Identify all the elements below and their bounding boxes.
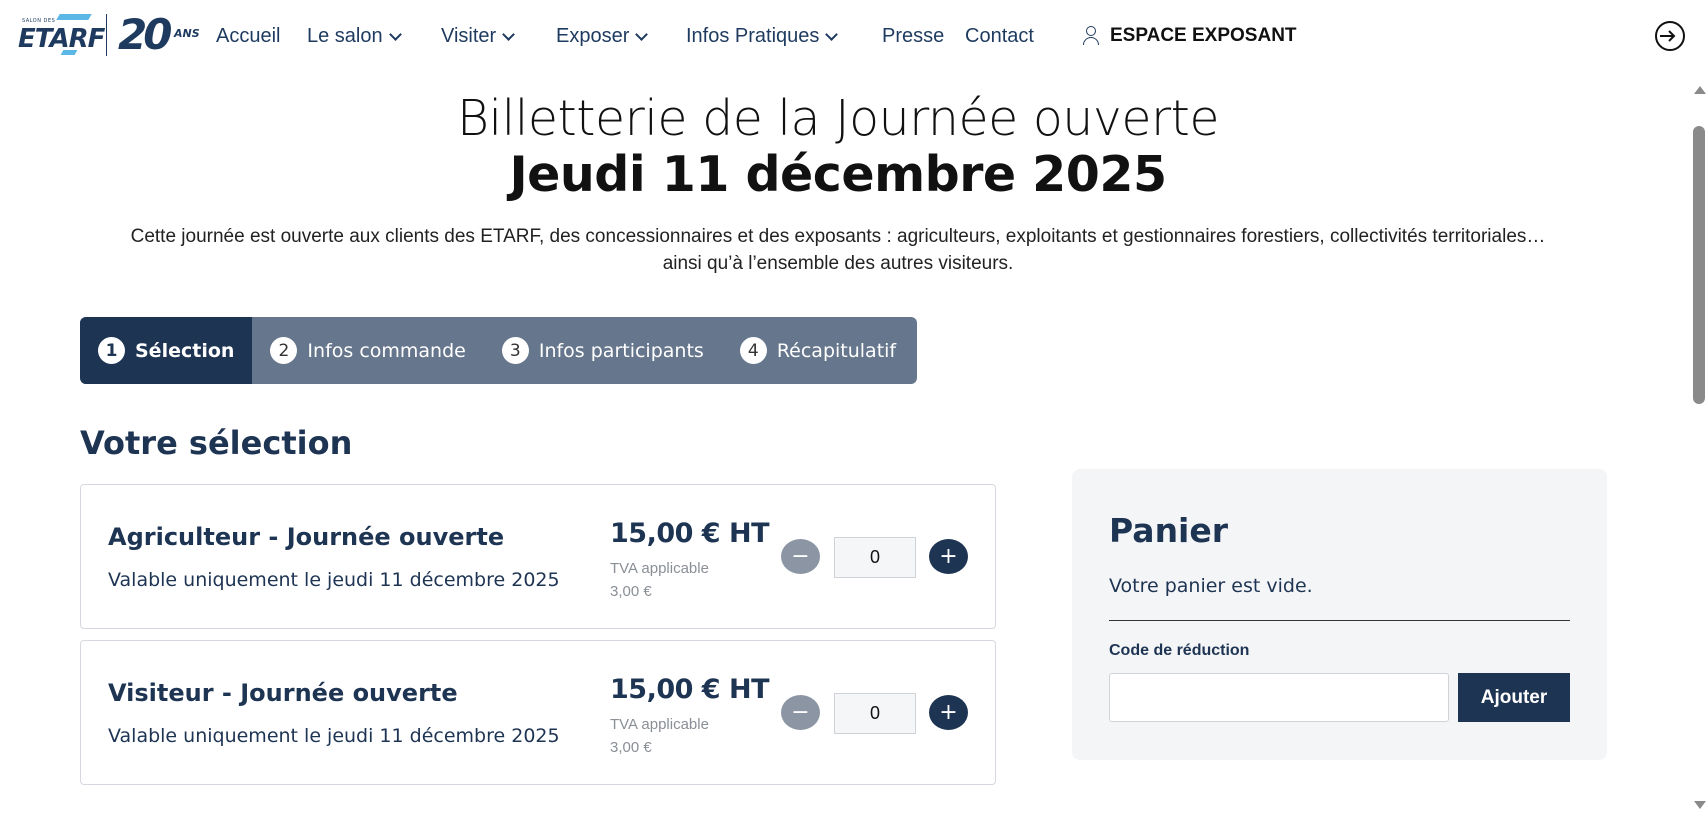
nav-label: Accueil [216,25,281,47]
quantity-input[interactable] [834,537,916,578]
step-number: 4 [739,337,767,364]
product-price: 15,00 € HT [610,518,770,549]
product-name: Visiteur - Journée ouverte [108,679,458,707]
step-infos-commande[interactable]: 2 Infos commande [252,317,483,384]
tva-label: TVA applicable [610,560,709,577]
discount-code-input[interactable] [1109,673,1449,722]
logout-icon[interactable] [1654,20,1686,52]
page-scrollbar[interactable] [1690,76,1708,813]
page-title-line1: Billetterie de la Journée ouverte [456,90,1220,147]
logo-swoosh-bottom [60,50,78,55]
top-navigation-bar: SALON DES ETARF 20 ANS Accueil Le salon … [0,0,1708,76]
selection-title: Votre sélection [80,424,353,462]
tva-label: TVA applicable [610,716,709,733]
step-number: 1 [98,337,125,364]
scroll-up-arrow-icon[interactable] [1694,86,1706,94]
chevron-down-icon [388,27,402,41]
increase-quantity-button[interactable]: + [929,695,968,730]
logo-brand-text: ETARF [18,24,105,54]
scroll-thumb[interactable] [1693,126,1705,404]
nav-item-contact[interactable]: Contact [965,25,1034,48]
decrease-quantity-button[interactable]: − [781,695,820,730]
espace-exposant-link[interactable]: ESPACE EXPOSANT [1082,25,1297,47]
step-number: 2 [270,337,298,364]
step-number: 3 [501,337,529,364]
product-price: 15,00 € HT [610,674,770,705]
nav-item-exposer[interactable]: Exposer [556,25,649,48]
cart-divider [1109,620,1570,621]
step-label: Récapitulatif [776,339,897,362]
nav-label: Contact [965,25,1034,47]
product-card-agriculteur: Agriculteur - Journée ouverte Valable un… [80,484,996,629]
espace-exposant-label: ESPACE EXPOSANT [1110,25,1297,46]
page-title-line2: Jeudi 11 décembre 2025 [509,146,1167,203]
discount-code-label: Code de réduction [1109,642,1250,659]
step-infos-participants[interactable]: 3 Infos participants [484,317,722,384]
step-label: Infos participants [538,339,704,362]
chevron-down-icon [825,27,839,41]
product-name: Agriculteur - Journée ouverte [108,523,505,551]
nav-item-visiter[interactable]: Visiter [441,25,516,48]
checkout-stepper: 1 Sélection 2 Infos commande 3 Infos par… [80,317,917,384]
tva-value: 3,00 € [610,739,652,756]
product-card-visiteur: Visiteur - Journée ouverte Valable uniqu… [80,640,996,785]
quantity-input[interactable] [834,693,916,734]
step-label: Infos commande [307,339,466,362]
nav-item-presse[interactable]: Presse [882,25,944,48]
anniversary-number: 20 [118,10,172,59]
decrease-quantity-button[interactable]: − [781,539,820,574]
product-description: Valable uniquement le jeudi 11 décembre … [108,725,560,747]
etarf-logo[interactable]: SALON DES ETARF [18,14,105,58]
user-icon [1082,25,1100,47]
nav-label: Le salon [307,25,383,47]
nav-label: Presse [882,25,945,47]
add-discount-button[interactable]: Ajouter [1458,673,1570,722]
nav-item-accueil[interactable]: Accueil [216,25,280,48]
scroll-down-arrow-icon[interactable] [1694,801,1706,809]
product-description: Valable uniquement le jeudi 11 décembre … [108,569,560,591]
step-recapitulatif[interactable]: 4 Récapitulatif [722,317,914,384]
step-selection[interactable]: 1 Sélection [80,317,253,384]
nav-item-le-salon[interactable]: Le salon [307,25,402,48]
nav-label: Exposer [556,25,630,47]
product-tva: TVA applicable 3,00 € [610,557,750,603]
nav-item-infos-pratiques[interactable]: Infos Pratiques [686,25,839,48]
page-intro-text: Cette journée est ouverte aux clients de… [130,226,1546,274]
logo-swoosh-top [56,14,92,20]
tva-value: 3,00 € [610,583,652,600]
anniversary-logo: 20 ANS [118,10,210,59]
step-label: Sélection [135,339,235,362]
anniversary-suffix: ANS [174,27,200,40]
cart-title: Panier [1109,511,1229,550]
chevron-down-icon [635,27,649,41]
chevron-down-icon [502,27,516,41]
logo-divider [106,14,107,56]
increase-quantity-button[interactable]: + [929,539,968,574]
cart-panel: Panier Votre panier est vide. Code de ré… [1072,469,1607,760]
nav-label: Visiter [441,25,497,47]
cart-empty-message: Votre panier est vide. [1109,575,1313,597]
nav-label: Infos Pratiques [686,25,820,47]
product-tva: TVA applicable 3,00 € [610,713,750,759]
